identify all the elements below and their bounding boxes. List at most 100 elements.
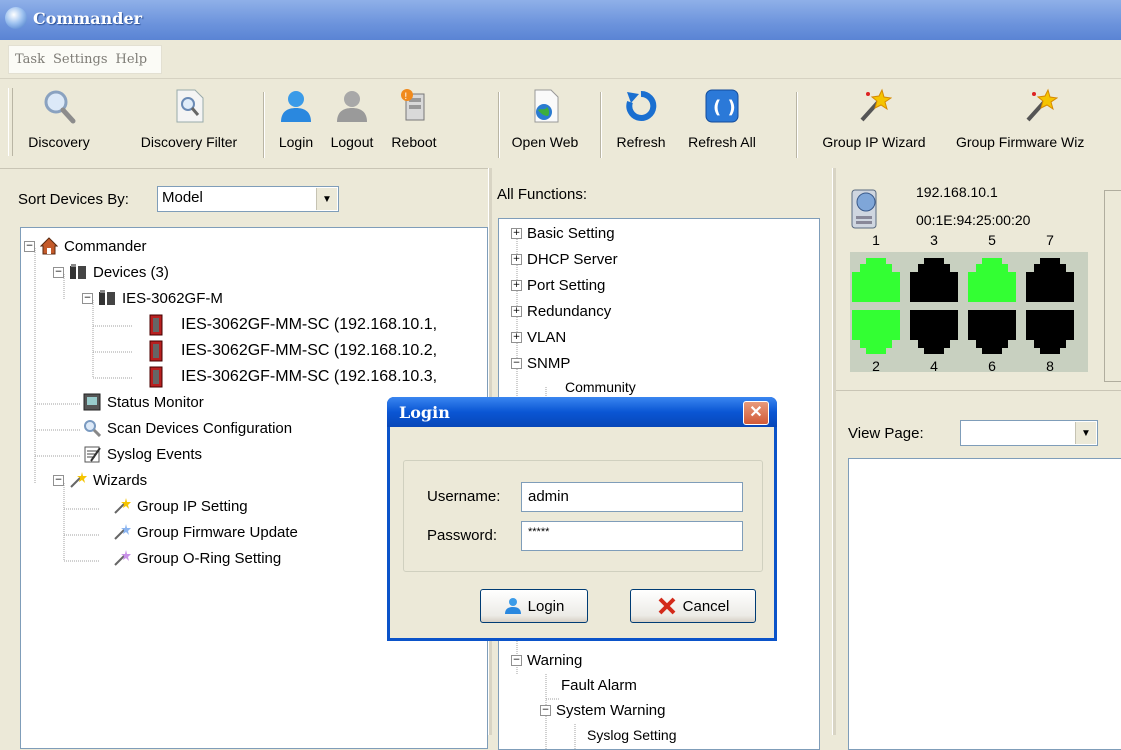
tree-wizards[interactable]: − Wizards: [53, 471, 147, 489]
function-community[interactable]: Community: [565, 379, 636, 395]
login-button[interactable]: Login: [270, 84, 322, 162]
title-bar: Commander: [0, 0, 1121, 40]
menu-task[interactable]: Task: [15, 52, 45, 67]
port-label: 8: [1046, 358, 1054, 374]
chevron-down-icon[interactable]: ▼: [1075, 422, 1096, 444]
magic-wand-icon: [69, 471, 87, 489]
magic-wand-icon: [1022, 88, 1059, 124]
tree-devices[interactable]: − Devices (3): [53, 263, 169, 281]
refresh-all-icon: ( ): [704, 88, 740, 124]
svg-text:!: !: [404, 92, 408, 102]
user-icon: [504, 597, 522, 615]
switch-icon: [69, 263, 87, 281]
home-icon: [39, 237, 59, 255]
discovery-filter-button[interactable]: Discovery Filter: [128, 84, 250, 162]
functions-label: All Functions:: [497, 186, 588, 203]
switch-icon: [98, 289, 116, 307]
port-label: 2: [872, 358, 880, 374]
reboot-button[interactable]: ! Reboot: [386, 84, 442, 162]
tree-status-monitor[interactable]: Status Monitor: [83, 393, 204, 411]
reboot-icon: !: [396, 88, 432, 124]
edge-panel: [1104, 190, 1121, 382]
port-4[interactable]: [910, 310, 958, 354]
device-mac: 00:1E:94:25:00:20: [916, 212, 1031, 228]
function-warning[interactable]: − Warning: [511, 652, 582, 669]
magic-wand-icon: [113, 523, 131, 541]
function-item[interactable]: + Port Setting: [511, 277, 605, 294]
close-button[interactable]: ✕: [743, 401, 769, 425]
tree-scan-devices[interactable]: Scan Devices Configuration: [83, 419, 292, 438]
app-icon: [5, 7, 27, 29]
device-detail-panel: 192.168.10.1 00:1E:94:25:00:20 View Page…: [836, 168, 1121, 750]
password-input[interactable]: *****: [521, 521, 743, 551]
function-system-warning[interactable]: − System Warning: [540, 702, 665, 719]
port-5[interactable]: [968, 258, 1016, 302]
function-fault-alarm[interactable]: Fault Alarm: [561, 677, 637, 694]
dialog-titlebar: Login ✕: [387, 397, 777, 427]
user-gray-icon: [334, 88, 370, 124]
function-syslog-setting[interactable]: Syslog Setting: [587, 727, 677, 743]
refresh-all-button[interactable]: ( ) Refresh All: [682, 84, 762, 162]
device-icon: [149, 314, 163, 336]
refresh-button[interactable]: Refresh: [606, 84, 676, 162]
port-label: 5: [988, 232, 996, 248]
refresh-icon: [623, 88, 659, 124]
login-submit-button[interactable]: Login: [480, 589, 588, 623]
menu-help[interactable]: Help: [116, 52, 148, 67]
logout-button[interactable]: Logout: [322, 84, 382, 162]
filter-document-icon: [171, 88, 207, 124]
username-input[interactable]: admin: [521, 482, 743, 512]
magic-wand-icon: [113, 549, 131, 567]
function-item[interactable]: + Basic Setting: [511, 225, 615, 242]
open-web-button[interactable]: Open Web: [506, 84, 584, 162]
discovery-button[interactable]: Discovery: [14, 84, 104, 162]
group-ip-wizard-button[interactable]: Group IP Wizard: [806, 84, 942, 162]
login-dialog: Login ✕ Username: admin Password: ***** …: [387, 397, 777, 641]
port-label: 7: [1046, 232, 1054, 248]
magnifier-icon: [83, 419, 102, 438]
device-ip: 192.168.10.1: [916, 184, 998, 200]
tree-commander[interactable]: − Commander: [24, 237, 147, 255]
menu-settings[interactable]: Settings: [53, 52, 108, 67]
sort-label: Sort Devices By:: [18, 191, 129, 208]
port-7[interactable]: [1026, 258, 1074, 302]
function-item[interactable]: + DHCP Server: [511, 251, 618, 268]
device-icon: [149, 366, 163, 388]
port-8[interactable]: [1026, 310, 1074, 354]
port-1[interactable]: [852, 258, 900, 302]
cancel-button[interactable]: Cancel: [630, 589, 756, 623]
magic-wand-icon: [113, 497, 131, 515]
tree-wizard-item[interactable]: Group O-Ring Setting: [113, 549, 281, 567]
notepad-icon: [83, 445, 101, 463]
close-icon: [657, 596, 677, 616]
password-label: Password:: [427, 527, 498, 544]
server-icon: [848, 186, 888, 232]
svg-text:( ): ( ): [713, 97, 736, 118]
device-icon: [149, 340, 163, 362]
toolbar: Discovery Discovery Filter Login Logout …: [0, 80, 1121, 166]
port-3[interactable]: [910, 258, 958, 302]
tree-wizard-item[interactable]: Group Firmware Update: [113, 523, 298, 541]
port-6[interactable]: [968, 310, 1016, 354]
port-2[interactable]: [852, 310, 900, 354]
function-item[interactable]: + VLAN: [511, 329, 566, 346]
view-page-select[interactable]: ▼: [960, 420, 1098, 446]
monitor-icon: [83, 393, 101, 411]
tree-syslog[interactable]: Syslog Events: [83, 445, 202, 463]
menu-bar: Task Settings Help: [0, 40, 1121, 79]
web-page-icon: [527, 88, 563, 124]
tree-device-item[interactable]: IES-3062GF-MM-SC (192.168.10.1,: [149, 314, 437, 336]
tree-model[interactable]: − IES-3062GF-M: [82, 289, 223, 307]
sort-select[interactable]: Model ▼: [157, 186, 339, 212]
group-firmware-wizard-button[interactable]: Group Firmware Wiz: [956, 84, 1121, 162]
tree-device-item[interactable]: IES-3062GF-MM-SC (192.168.10.3,: [149, 366, 437, 388]
credentials-group: [403, 460, 763, 572]
function-item[interactable]: + Redundancy: [511, 303, 611, 320]
tree-device-item[interactable]: IES-3062GF-MM-SC (192.168.10.2,: [149, 340, 437, 362]
port-label: 3: [930, 232, 938, 248]
tree-wizard-item[interactable]: Group IP Setting: [113, 497, 248, 515]
magic-wand-icon: [856, 88, 893, 124]
function-item-snmp[interactable]: − SNMP: [511, 355, 570, 372]
chevron-down-icon[interactable]: ▼: [316, 188, 337, 210]
port-label: 4: [930, 358, 938, 374]
